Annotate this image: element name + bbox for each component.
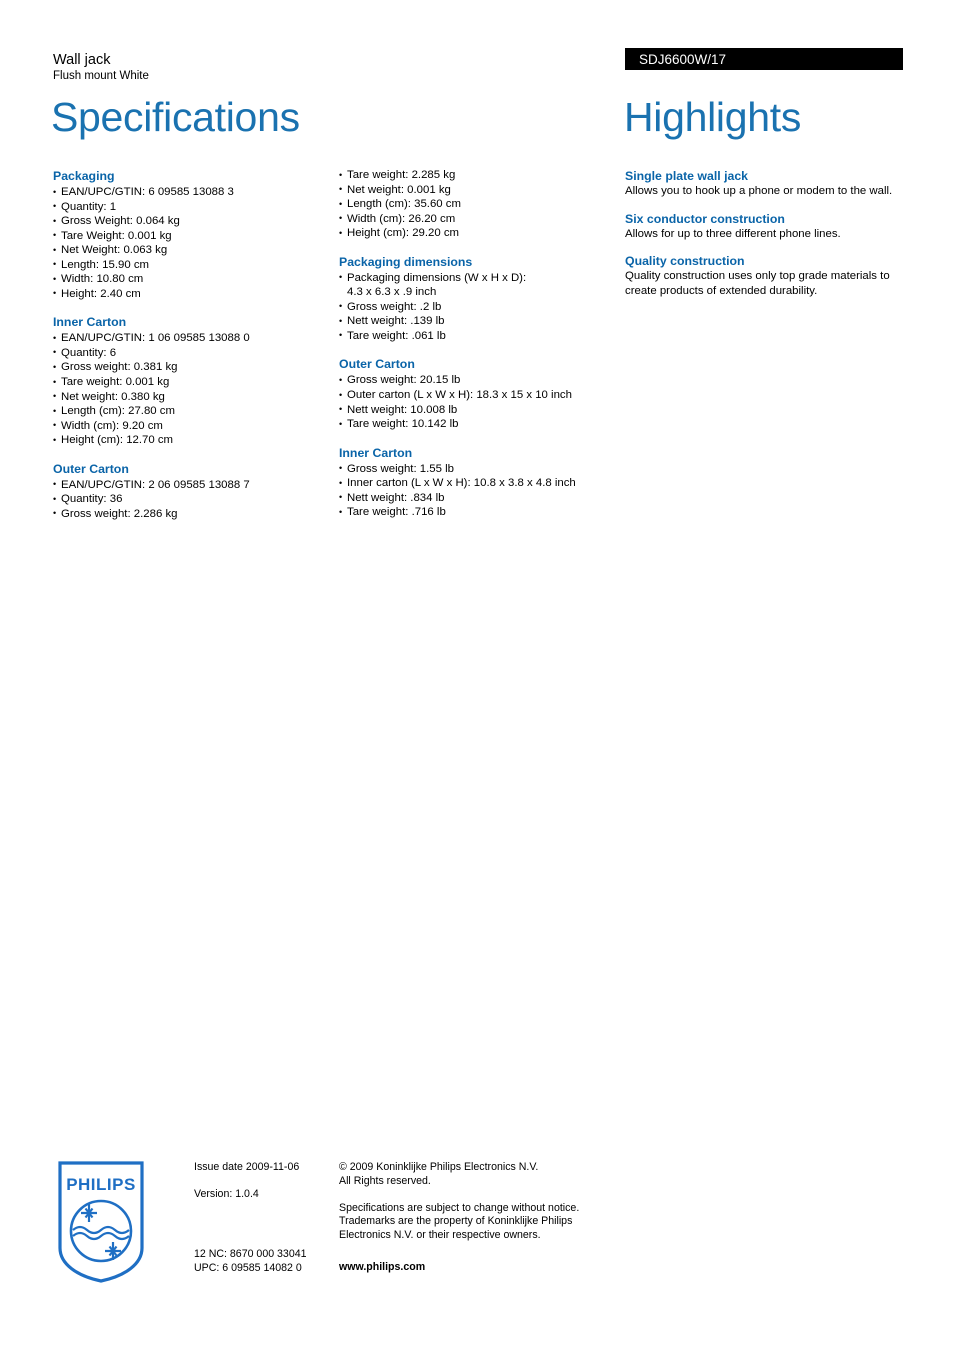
footer-codes: 12 NC: 8670 000 33041 UPC: 6 09585 14082… bbox=[194, 1248, 307, 1275]
spec-item: EAN/UPC/GTIN: 2 06 09585 13088 7 bbox=[53, 477, 328, 492]
spec-item: Gross weight: 0.381 kg bbox=[53, 360, 328, 375]
upc-code: UPC: 6 09585 14082 0 bbox=[194, 1261, 302, 1274]
spec-item: Gross weight: 1.55 lb bbox=[339, 461, 619, 476]
spec-item: Tare weight: .716 lb bbox=[339, 505, 619, 520]
spec-list: Gross weight: 1.55 lb Inner carton (L x … bbox=[339, 461, 619, 520]
spec-item: Gross weight: 2.286 kg bbox=[53, 506, 328, 521]
spec-item: Quantity: 6 bbox=[53, 345, 328, 360]
product-name: Wall jack bbox=[53, 52, 111, 68]
version: Version: 1.0.4 bbox=[194, 1188, 259, 1201]
spec-item: Length (cm): 35.60 cm bbox=[339, 197, 619, 212]
spec-item: Tare weight: 2.285 kg bbox=[339, 168, 619, 183]
section-heading: Outer Carton bbox=[339, 357, 415, 372]
highlight-body: Allows for up to three different phone l… bbox=[625, 227, 841, 240]
website-link[interactable]: www.philips.com bbox=[339, 1261, 425, 1275]
spec-section-outer-carton-imperial: Outer Carton Gross weight: 20.15 lb Oute… bbox=[339, 356, 619, 431]
spec-item: Net Weight: 0.063 kg bbox=[53, 243, 328, 258]
highlights-column: Single plate wall jack Allows you to hoo… bbox=[625, 168, 905, 298]
twelve-nc: 12 NC: 8670 000 33041 bbox=[194, 1248, 307, 1260]
spec-item: Nett weight: 10.008 lb bbox=[339, 402, 619, 417]
spec-item: Height (cm): 12.70 cm bbox=[53, 433, 328, 448]
spec-item: Gross weight: 20.15 lb bbox=[339, 373, 619, 388]
spec-item-text: Packaging dimensions (W x H x D): bbox=[347, 271, 527, 284]
product-code: SDJ6600W/17 bbox=[639, 52, 727, 67]
spec-list: EAN/UPC/GTIN: 6 09585 13088 3 Quantity: … bbox=[53, 185, 328, 302]
spec-item: Quantity: 1 bbox=[53, 199, 328, 214]
spec-item: Packaging dimensions (W x H x D): 4.3 x 6… bbox=[339, 270, 619, 300]
philips-logo: PHILIPS bbox=[57, 1160, 145, 1284]
disclaimer-line-2: Trademarks are the property of Koninklij… bbox=[339, 1215, 573, 1228]
highlight-single-plate-wall-jack: Single plate wall jack Allows you to hoo… bbox=[625, 168, 905, 199]
spec-section-outer-carton-continued: Tare weight: 2.285 kg Net weight: 0.001 … bbox=[339, 168, 619, 241]
highlights-title: Highlights bbox=[624, 94, 802, 140]
highlight-body: Allows you to hook up a phone or modem t… bbox=[625, 185, 893, 197]
highlight-heading: Single plate wall jack bbox=[625, 169, 749, 183]
spec-item: Width (cm): 9.20 cm bbox=[53, 418, 328, 433]
copyright-line-2: All Rights reserved. bbox=[339, 1174, 431, 1187]
spec-list: Packaging dimensions (W x H x D): 4.3 x 6… bbox=[339, 270, 619, 343]
section-heading: Inner Carton bbox=[53, 315, 127, 330]
spec-section-packaging-dimensions: Packaging dimensions Packaging dimension… bbox=[339, 254, 619, 344]
spec-item: Length: 15.90 cm bbox=[53, 257, 328, 272]
spec-item: Tare weight: .061 lb bbox=[339, 328, 619, 343]
spec-section-inner-carton-imperial: Inner Carton Gross weight: 1.55 lb Inner… bbox=[339, 445, 619, 520]
spec-item: Nett weight: .834 lb bbox=[339, 490, 619, 505]
spec-item: Height (cm): 29.20 cm bbox=[339, 226, 619, 241]
svg-text:PHILIPS: PHILIPS bbox=[66, 1175, 136, 1194]
spec-item: Net weight: 0.001 kg bbox=[339, 182, 619, 197]
product-subtitle: Flush mount White bbox=[53, 70, 149, 82]
spec-section-outer-carton: Outer Carton EAN/UPC/GTIN: 2 06 09585 13… bbox=[53, 461, 328, 522]
spec-item: Width (cm): 26.20 cm bbox=[339, 211, 619, 226]
section-heading: Inner Carton bbox=[339, 445, 413, 460]
spec-item: Quantity: 36 bbox=[53, 492, 328, 507]
highlight-heading: Six conductor construction bbox=[625, 211, 785, 226]
section-heading: Packaging bbox=[53, 169, 115, 183]
product-spec-sheet: Wall jack Flush mount White Specificatio… bbox=[0, 0, 954, 1350]
spec-item: Gross Weight: 0.064 kg bbox=[53, 214, 328, 229]
section-heading: Packaging dimensions bbox=[339, 254, 473, 269]
disclaimer-line-1: Specifications are subject to change wit… bbox=[339, 1201, 580, 1214]
spec-list: EAN/UPC/GTIN: 2 06 09585 13088 7 Quantit… bbox=[53, 477, 328, 521]
spec-item: Net weight: 0.380 kg bbox=[53, 389, 328, 404]
spec-item: Width: 10.80 cm bbox=[53, 272, 328, 287]
spec-column-1: Packaging EAN/UPC/GTIN: 6 09585 13088 3 … bbox=[53, 168, 328, 521]
product-code-bar: SDJ6600W/17 bbox=[625, 48, 903, 70]
spec-item: Outer carton (L x W x H): 18.3 x 15 x 10… bbox=[339, 388, 619, 403]
spec-item: Tare weight: 0.001 kg bbox=[53, 375, 328, 390]
specifications-title: Specifications bbox=[51, 94, 300, 140]
spec-list: EAN/UPC/GTIN: 1 06 09585 13088 0 Quantit… bbox=[53, 331, 328, 448]
spec-item: Gross weight: .2 lb bbox=[339, 299, 619, 314]
spec-column-2: Tare weight: 2.285 kg Net weight: 0.001 … bbox=[339, 168, 619, 520]
highlight-body: Quality construction uses only top grade… bbox=[625, 270, 890, 297]
highlight-heading: Quality construction bbox=[625, 254, 745, 269]
highlight-six-conductor-construction: Six conductor construction Allows for up… bbox=[625, 211, 905, 242]
spec-item: Tare Weight: 0.001 kg bbox=[53, 228, 328, 243]
spec-section-inner-carton: Inner Carton EAN/UPC/GTIN: 1 06 09585 13… bbox=[53, 314, 328, 447]
highlight-quality-construction: Quality construction Quality constructio… bbox=[625, 253, 905, 298]
product-identity: Wall jack Flush mount White bbox=[53, 52, 473, 84]
spec-item: Tare weight: 10.142 lb bbox=[339, 417, 619, 432]
philips-shield-icon: PHILIPS bbox=[58, 1161, 144, 1283]
spec-list: Gross weight: 20.15 lb Outer carton (L x… bbox=[339, 373, 619, 432]
spec-item-continuation: 4.3 x 6.3 x .9 inch bbox=[347, 286, 437, 299]
spec-item: EAN/UPC/GTIN: 1 06 09585 13088 0 bbox=[53, 331, 328, 346]
spec-item: EAN/UPC/GTIN: 6 09585 13088 3 bbox=[53, 185, 328, 200]
spec-item: Inner carton (L x W x H): 10.8 x 3.8 x 4… bbox=[339, 476, 619, 491]
disclaimer-line-3: Electronics N.V. or their respective own… bbox=[339, 1228, 541, 1241]
spec-item: Nett weight: .139 lb bbox=[339, 314, 619, 329]
spec-list: Tare weight: 2.285 kg Net weight: 0.001 … bbox=[339, 168, 619, 241]
spec-item: Length (cm): 27.80 cm bbox=[53, 404, 328, 419]
issue-date: Issue date 2009-11-06 bbox=[194, 1161, 300, 1173]
section-heading: Outer Carton bbox=[53, 461, 129, 476]
footer-legal-column: © 2009 Koninklijke Philips Electronics N… bbox=[339, 1161, 604, 1243]
footer-meta-column: Issue date 2009-11-06 Version: 1.0.4 bbox=[194, 1161, 334, 1202]
spec-section-packaging: Packaging EAN/UPC/GTIN: 6 09585 13088 3 … bbox=[53, 168, 328, 301]
copyright-line-1: © 2009 Koninklijke Philips Electronics N… bbox=[339, 1161, 539, 1173]
spec-item: Height: 2.40 cm bbox=[53, 286, 328, 301]
